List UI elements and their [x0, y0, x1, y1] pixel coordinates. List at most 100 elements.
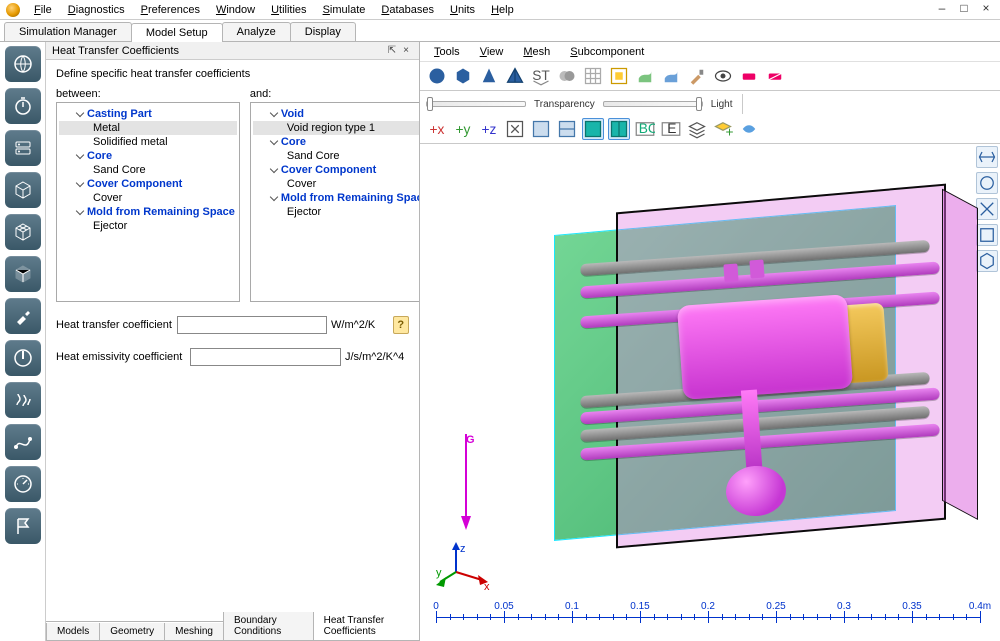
clip3-icon[interactable] [582, 118, 604, 140]
clip2-icon[interactable] [556, 118, 578, 140]
grid-target-icon[interactable] [608, 65, 630, 87]
close-button[interactable]: × [976, 2, 996, 16]
tree-group[interactable]: Void [253, 107, 419, 121]
rt-tool-4[interactable] [976, 224, 998, 246]
eraser-icon[interactable] [738, 65, 760, 87]
menu-file[interactable]: File [26, 2, 60, 18]
spline-icon[interactable] [5, 424, 41, 460]
tree-item[interactable]: Ejector [253, 205, 419, 219]
maximize-button[interactable]: □ [954, 2, 974, 16]
tag-bc-icon[interactable]: BC [634, 118, 656, 140]
tag-e-icon[interactable]: E [660, 118, 682, 140]
box3d-icon[interactable] [5, 172, 41, 208]
clear-icon[interactable] [738, 118, 760, 140]
menu-simulate[interactable]: Simulate [315, 2, 374, 18]
tree-group[interactable]: Core [253, 135, 419, 149]
globe-icon[interactable] [5, 46, 41, 82]
cube-icon[interactable] [452, 65, 474, 87]
dial-icon[interactable] [5, 466, 41, 502]
flag-icon[interactable] [5, 508, 41, 544]
chevron-down-icon [75, 207, 85, 217]
mesh-cube-icon[interactable] [5, 214, 41, 250]
brush-icon[interactable] [686, 65, 708, 87]
menu-utilities[interactable]: Utilities [263, 2, 314, 18]
tree-group[interactable]: Cover Component [253, 163, 419, 177]
tab-model-setup[interactable]: Model Setup [131, 23, 223, 42]
tree-item[interactable]: Solidified metal [59, 135, 237, 149]
tree-item[interactable]: Cover [253, 177, 419, 191]
vp-menu-view[interactable]: View [472, 44, 512, 60]
btab-models[interactable]: Models [46, 623, 100, 641]
tree-group[interactable]: Casting Part [59, 107, 237, 121]
cone-icon[interactable] [478, 65, 500, 87]
btab-heat-transfer-coefficients[interactable]: Heat Transfer Coefficients [313, 612, 420, 641]
tree-item[interactable]: Sand Core [253, 149, 419, 163]
between-tree[interactable]: Casting PartMetalSolidified metalCoreSan… [56, 102, 240, 302]
rt-tool-2[interactable] [976, 172, 998, 194]
rt-tool-1[interactable] [976, 146, 998, 168]
rt-tool-3[interactable] [976, 198, 998, 220]
server-icon[interactable] [5, 130, 41, 166]
axis-x-icon[interactable]: +x [426, 118, 448, 140]
menu-help[interactable]: Help [483, 2, 522, 18]
stl-icon[interactable]: STL [530, 65, 552, 87]
tree-item[interactable]: Cover [59, 191, 237, 205]
sphere-icon[interactable] [426, 65, 448, 87]
eye-icon[interactable] [712, 65, 734, 87]
tree-group[interactable]: Core [59, 149, 237, 163]
grid-select-icon[interactable] [582, 65, 604, 87]
tree-item[interactable]: Void region type 1 [253, 121, 419, 135]
eraser2-icon[interactable] [764, 65, 786, 87]
menu-diagnostics[interactable]: Diagnostics [60, 2, 133, 18]
paint2-icon[interactable] [660, 65, 682, 87]
menu-preferences[interactable]: Preferences [133, 2, 208, 18]
3d-canvas[interactable]: G z x y 00.050.1 [420, 144, 1000, 641]
tab-analyze[interactable]: Analyze [222, 22, 291, 41]
shaded-cube-icon[interactable] [5, 256, 41, 292]
pyramid-icon[interactable] [504, 65, 526, 87]
tree-item[interactable]: Sand Core [59, 163, 237, 177]
ruler-tick-label: 0.15 [630, 601, 649, 612]
hec-input[interactable] [190, 348, 341, 366]
vp-menu-mesh[interactable]: Mesh [515, 44, 558, 60]
btab-meshing[interactable]: Meshing [164, 623, 224, 641]
and-tree[interactable]: VoidVoid region type 1CoreSand CoreCover… [250, 102, 419, 302]
menu-databases[interactable]: Databases [373, 2, 442, 18]
fit-icon[interactable] [504, 118, 526, 140]
panel-title: Heat Transfer Coefficients [52, 45, 385, 57]
add-layer-icon[interactable]: + [712, 118, 734, 140]
rt-tool-5[interactable] [976, 250, 998, 272]
transparency-slider[interactable] [426, 101, 526, 107]
axis-z-icon[interactable]: +z [478, 118, 500, 140]
heatwave-icon[interactable] [5, 382, 41, 418]
btab-geometry[interactable]: Geometry [99, 623, 165, 641]
tab-display[interactable]: Display [290, 22, 356, 41]
htc-input[interactable] [177, 316, 327, 334]
btab-boundary-conditions[interactable]: Boundary Conditions [223, 612, 314, 641]
menu-window[interactable]: Window [208, 2, 263, 18]
axis-y-icon[interactable]: +y [452, 118, 474, 140]
section1-icon[interactable] [608, 118, 630, 140]
tree-group[interactable]: Mold from Remaining Space [59, 205, 237, 219]
stopwatch-icon[interactable] [5, 88, 41, 124]
minimize-button[interactable]: – [932, 2, 952, 16]
tree-group[interactable]: Cover Component [59, 177, 237, 191]
tree-group[interactable]: Mold from Remaining Space [253, 191, 419, 205]
menu-units[interactable]: Units [442, 2, 483, 18]
panel-pin-icon[interactable]: ⇱ [385, 45, 399, 56]
power-icon[interactable] [5, 340, 41, 376]
clip1-icon[interactable] [530, 118, 552, 140]
panel-close-icon[interactable]: × [399, 45, 413, 56]
tree-item[interactable]: Ejector [59, 219, 237, 233]
layers-icon[interactable] [686, 118, 708, 140]
tree-item[interactable]: Metal [59, 121, 237, 135]
paint-icon[interactable] [634, 65, 656, 87]
htc-help-icon[interactable]: ? [393, 316, 409, 334]
probe-icon[interactable] [5, 298, 41, 334]
tab-simulation-manager[interactable]: Simulation Manager [4, 22, 132, 41]
vp-menu-tools[interactable]: Tools [426, 44, 468, 60]
window-controls: – □ × [932, 2, 996, 16]
light-slider[interactable] [603, 101, 703, 107]
vp-menu-subcomponent[interactable]: Subcomponent [562, 44, 652, 60]
assembly-icon[interactable] [556, 65, 578, 87]
